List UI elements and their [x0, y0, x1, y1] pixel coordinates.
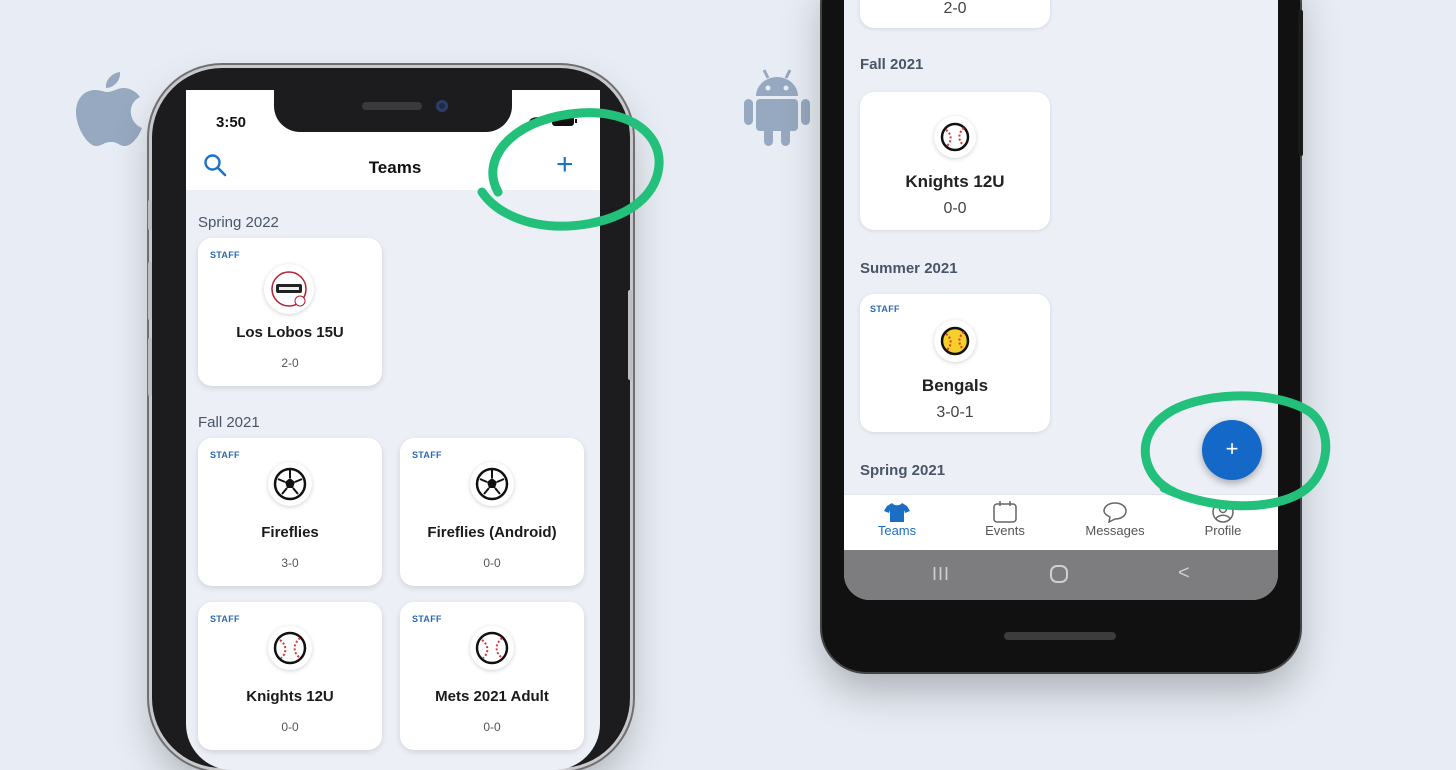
los-lobos-logo-icon: [264, 264, 314, 314]
nav-label-events: Events: [985, 523, 1025, 538]
nav-item-events[interactable]: Events: [960, 501, 1050, 538]
section-header-spring-2021: Spring 2021: [860, 462, 946, 479]
team-card[interactable]: Knights 12U 0-0: [860, 92, 1050, 230]
baseball-icon: [470, 626, 514, 670]
nav-label-profile: Profile: [1204, 523, 1242, 538]
team-record: 0-0: [483, 556, 501, 570]
recents-button[interactable]: III: [932, 564, 950, 585]
staff-badge: STAFF: [210, 450, 240, 460]
team-card[interactable]: STAFF Los Lobos 15U 2-0: [198, 238, 382, 386]
staff-badge: STAFF: [210, 250, 240, 260]
team-name: Los Lobos 15U: [236, 324, 344, 341]
android-side-button: [1298, 10, 1303, 156]
section-header-spring-2022: Spring 2022: [198, 214, 279, 231]
android-speaker: [1004, 632, 1116, 640]
softball-icon: [934, 320, 976, 362]
team-card[interactable]: STAFF Fireflies 3-0: [198, 438, 382, 586]
team-name: Fireflies (Android): [427, 524, 557, 541]
staff-badge: STAFF: [870, 304, 900, 314]
team-name: Knights 12U: [246, 688, 334, 705]
apple-logo-icon: [72, 68, 142, 146]
android-logo-icon: [744, 68, 810, 146]
team-card[interactable]: STAFF Knights 12U 0-0: [198, 602, 382, 750]
back-button[interactable]: <: [1178, 562, 1190, 585]
calendar-icon: [991, 501, 1019, 523]
nav-item-teams[interactable]: Teams: [852, 501, 942, 538]
iphone-power-button: [628, 290, 632, 380]
team-name: Knights 12U: [905, 172, 1005, 191]
team-record: 3-0: [281, 556, 299, 570]
iphone-volume-down-button: [148, 338, 152, 396]
team-record: 0-0: [281, 720, 299, 734]
section-header-summer-2021: Summer 2021: [860, 260, 958, 277]
team-card[interactable]: 2-0: [860, 0, 1050, 28]
team-card[interactable]: STAFF Bengals 3-0-1: [860, 294, 1050, 432]
section-header-fall-2021: Fall 2021: [860, 56, 924, 73]
team-record: 2-0: [943, 0, 967, 17]
iphone-volume-up-button: [148, 262, 152, 320]
staff-badge: STAFF: [412, 614, 442, 624]
team-record: 0-0: [943, 200, 967, 217]
soccer-ball-icon: [268, 462, 312, 506]
team-record: 3-0-1: [936, 404, 974, 421]
chat-bubble-icon: [1101, 501, 1129, 523]
soccer-ball-icon: [470, 462, 514, 506]
staff-badge: STAFF: [210, 614, 240, 624]
search-icon[interactable]: [202, 152, 228, 178]
nav-label-teams: Teams: [877, 523, 917, 538]
jersey-icon: [883, 501, 911, 523]
home-circle-icon[interactable]: [1049, 564, 1069, 584]
team-name: Fireflies: [261, 524, 319, 541]
iphone-speaker: [362, 102, 422, 110]
highlight-circle-ios: [470, 100, 670, 240]
nav-label-messages: Messages: [1085, 523, 1145, 538]
team-card[interactable]: STAFF Mets 2021 Adult 0-0: [400, 602, 584, 750]
staff-badge: STAFF: [412, 450, 442, 460]
team-record: 0-0: [483, 720, 501, 734]
android-system-nav-bar: III <: [844, 550, 1278, 600]
baseball-icon: [268, 626, 312, 670]
team-name: Mets 2021 Adult: [435, 688, 549, 705]
baseball-icon: [934, 116, 976, 158]
status-bar-time: 3:50: [216, 114, 247, 131]
team-record: 2-0: [281, 356, 299, 370]
team-name: Bengals: [921, 376, 989, 395]
page-title: Teams: [368, 158, 422, 177]
highlight-circle-android: [1134, 388, 1334, 518]
section-header-fall-2021: Fall 2021: [198, 414, 260, 431]
iphone-camera: [436, 100, 448, 112]
team-card[interactable]: STAFF Fireflies (Android) 0-0: [400, 438, 584, 586]
iphone-mute-switch: [148, 200, 152, 230]
